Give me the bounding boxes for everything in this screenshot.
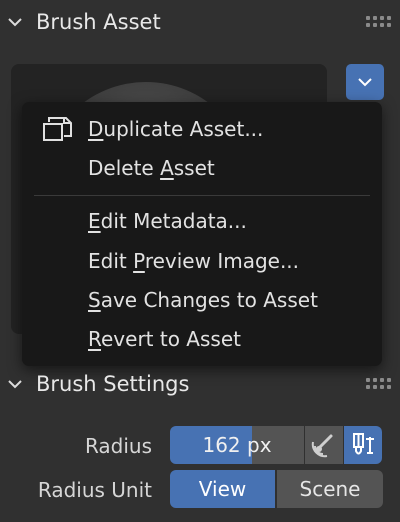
menu-item-save-changes[interactable]: Save Changes to Asset bbox=[88, 285, 318, 315]
menu-item-edit-preview-image[interactable]: Edit Preview Image... bbox=[88, 246, 299, 276]
radius-label: Radius bbox=[84, 434, 152, 458]
drag-grip-icon[interactable] bbox=[366, 16, 392, 28]
pen-pressure-icon bbox=[311, 434, 333, 458]
radius-field[interactable]: 162 px bbox=[170, 426, 304, 464]
scene-radius-button[interactable] bbox=[344, 426, 382, 464]
asset-context-menu: Duplicate Asset... Delete Asset Edit Met… bbox=[22, 102, 382, 366]
radius-unit-label: Radius Unit bbox=[37, 478, 152, 502]
pen-pressure-button[interactable] bbox=[305, 426, 343, 464]
chevron-down-icon bbox=[8, 380, 22, 389]
drag-grip-icon[interactable] bbox=[366, 378, 392, 390]
duplicate-icon bbox=[43, 117, 72, 141]
radius-unit-scene-option[interactable]: Scene bbox=[277, 470, 383, 508]
menu-item-edit-metadata[interactable]: Edit Metadata... bbox=[88, 206, 247, 236]
brush-settings-panel-header[interactable]: Brush Settings bbox=[0, 364, 400, 404]
menu-item-duplicate-asset[interactable]: Duplicate Asset... bbox=[88, 114, 263, 144]
brush-asset-panel-header[interactable]: Brush Asset bbox=[0, 2, 400, 42]
panel-title: Brush Settings bbox=[36, 372, 190, 396]
menu-separator bbox=[34, 195, 370, 196]
chevron-down-icon bbox=[8, 18, 22, 27]
radius-unit-view-option[interactable]: View bbox=[170, 470, 275, 508]
scene-radius-icon bbox=[353, 433, 374, 455]
radius-value: 162 px bbox=[202, 433, 272, 457]
menu-item-delete-asset[interactable]: Delete Asset bbox=[88, 153, 215, 183]
panel-title: Brush Asset bbox=[36, 10, 161, 34]
asset-menu-button[interactable] bbox=[346, 64, 384, 100]
chevron-down-icon bbox=[358, 78, 372, 87]
menu-item-revert-to-asset[interactable]: Revert to Asset bbox=[88, 324, 241, 354]
